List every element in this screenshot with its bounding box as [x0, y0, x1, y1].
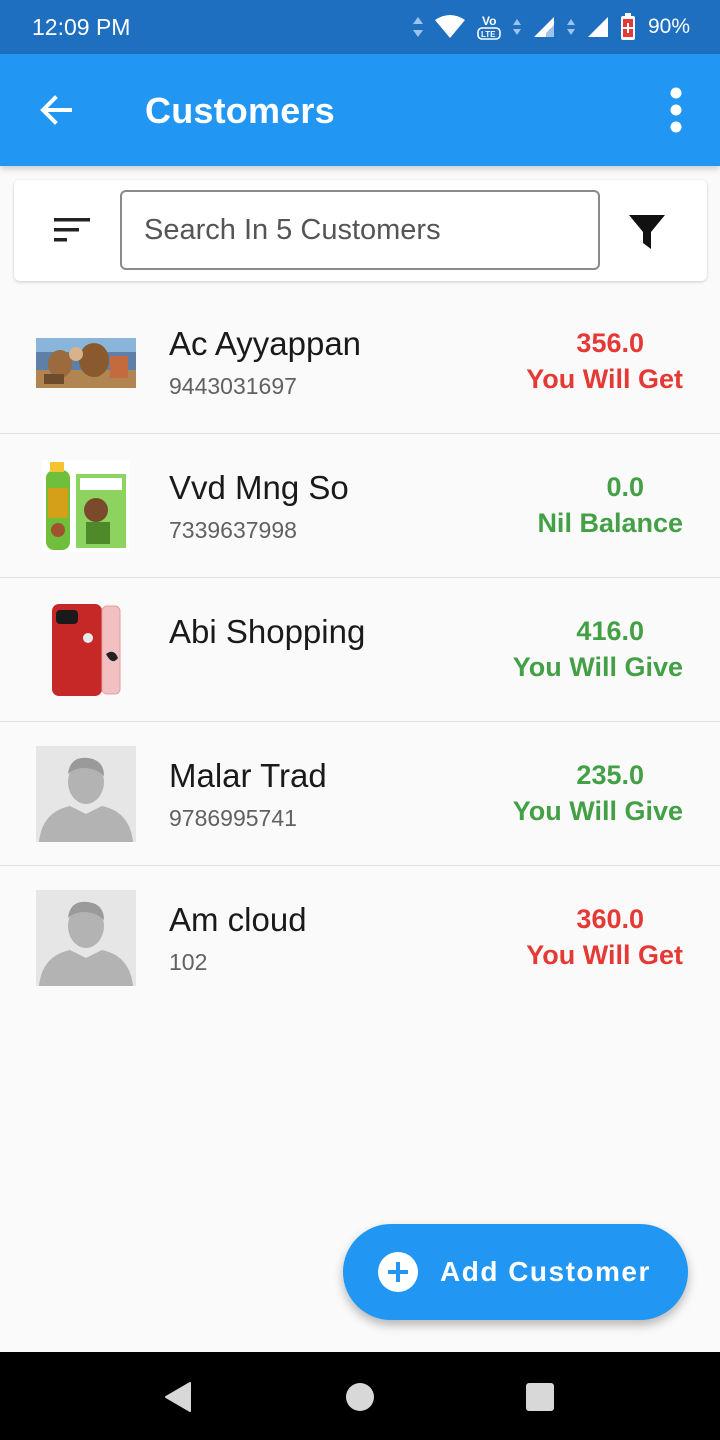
balance-status: You Will Get — [526, 364, 683, 394]
customer-phone: 102 — [169, 949, 208, 975]
customer-photo — [36, 314, 136, 410]
customer-photo — [36, 458, 136, 554]
signal-icon — [533, 17, 554, 37]
battery-icon — [620, 13, 635, 40]
system-nav-bar — [0, 1352, 720, 1440]
search-input[interactable] — [120, 190, 600, 270]
back-triangle-icon — [165, 1382, 191, 1412]
status-time: 12:09 PM — [32, 14, 131, 40]
customer-row[interactable]: Am cloud 102 360.0 You Will Get — [0, 866, 720, 1010]
svg-text:Vo: Vo — [482, 14, 496, 28]
add-customer-button[interactable]: Add Customer — [343, 1224, 688, 1320]
wifi-icon — [434, 15, 465, 38]
balance-status: You Will Give — [512, 652, 683, 682]
battery-percent: 90% — [647, 15, 690, 38]
nav-back-button[interactable] — [161, 1380, 195, 1414]
data-arrows-icon — [512, 19, 521, 35]
customer-phone: 9786995741 — [169, 805, 297, 831]
sort-button[interactable] — [50, 208, 94, 252]
balance-amount: 416.0 — [576, 616, 644, 646]
recents-square-icon — [526, 1383, 554, 1411]
sort-icon — [54, 218, 90, 242]
customer-name: Am cloud — [169, 901, 307, 938]
search-card — [14, 180, 707, 281]
nav-home-button[interactable] — [343, 1380, 377, 1414]
customer-row[interactable]: Vvd Mng So 7339637998 0.0 Nil Balance — [0, 434, 720, 578]
add-customer-label: Add Customer — [440, 1256, 651, 1287]
balance-status: You Will Give — [512, 796, 683, 826]
balance-status: Nil Balance — [537, 508, 683, 538]
status-bar: 12:09 PM Vo LTE 90% — [0, 0, 720, 54]
data-arrows-icon — [566, 19, 575, 35]
more-vert-icon — [670, 87, 682, 133]
balance-amount: 235.0 — [576, 760, 644, 790]
status-icons: Vo LTE 90% — [412, 12, 690, 42]
signal-icon — [587, 17, 608, 37]
data-arrows-icon — [412, 17, 423, 37]
back-button[interactable] — [28, 84, 84, 136]
customer-name: Malar Trad — [169, 757, 327, 794]
filter-button[interactable] — [625, 210, 669, 254]
customer-name: Abi Shopping — [169, 613, 366, 650]
nav-recents-button[interactable] — [523, 1380, 557, 1414]
customer-row[interactable]: Ac Ayyappan 9443031697 356.0 You Will Ge… — [0, 290, 720, 434]
more-options-button[interactable] — [660, 84, 692, 136]
arrow-back-icon — [40, 95, 72, 125]
customer-phone: 9443031697 — [169, 373, 297, 399]
app-bar: Customers — [0, 54, 720, 166]
customer-phone: 7339637998 — [169, 517, 297, 543]
balance-amount: 0.0 — [606, 472, 644, 502]
filter-icon — [629, 215, 665, 249]
customer-row[interactable]: Abi Shopping 416.0 You Will Give — [0, 578, 720, 722]
balance-status: You Will Get — [526, 940, 683, 970]
svg-text:LTE: LTE — [481, 30, 496, 39]
customer-photo — [36, 602, 136, 698]
default-person-avatar — [36, 746, 136, 842]
customer-name: Vvd Mng So — [169, 469, 349, 506]
balance-amount: 356.0 — [576, 328, 644, 358]
customer-list: Ac Ayyappan 9443031697 356.0 You Will Ge… — [0, 290, 720, 1010]
default-person-avatar — [36, 890, 136, 986]
balance-amount: 360.0 — [576, 904, 644, 934]
customer-row[interactable]: Malar Trad 9786995741 235.0 You Will Giv… — [0, 722, 720, 866]
customer-name: Ac Ayyappan — [169, 325, 362, 362]
home-circle-icon — [346, 1383, 374, 1411]
add-circle-icon — [378, 1252, 418, 1292]
volte-icon: Vo LTE — [477, 14, 501, 40]
page-title: Customers — [145, 90, 335, 131]
